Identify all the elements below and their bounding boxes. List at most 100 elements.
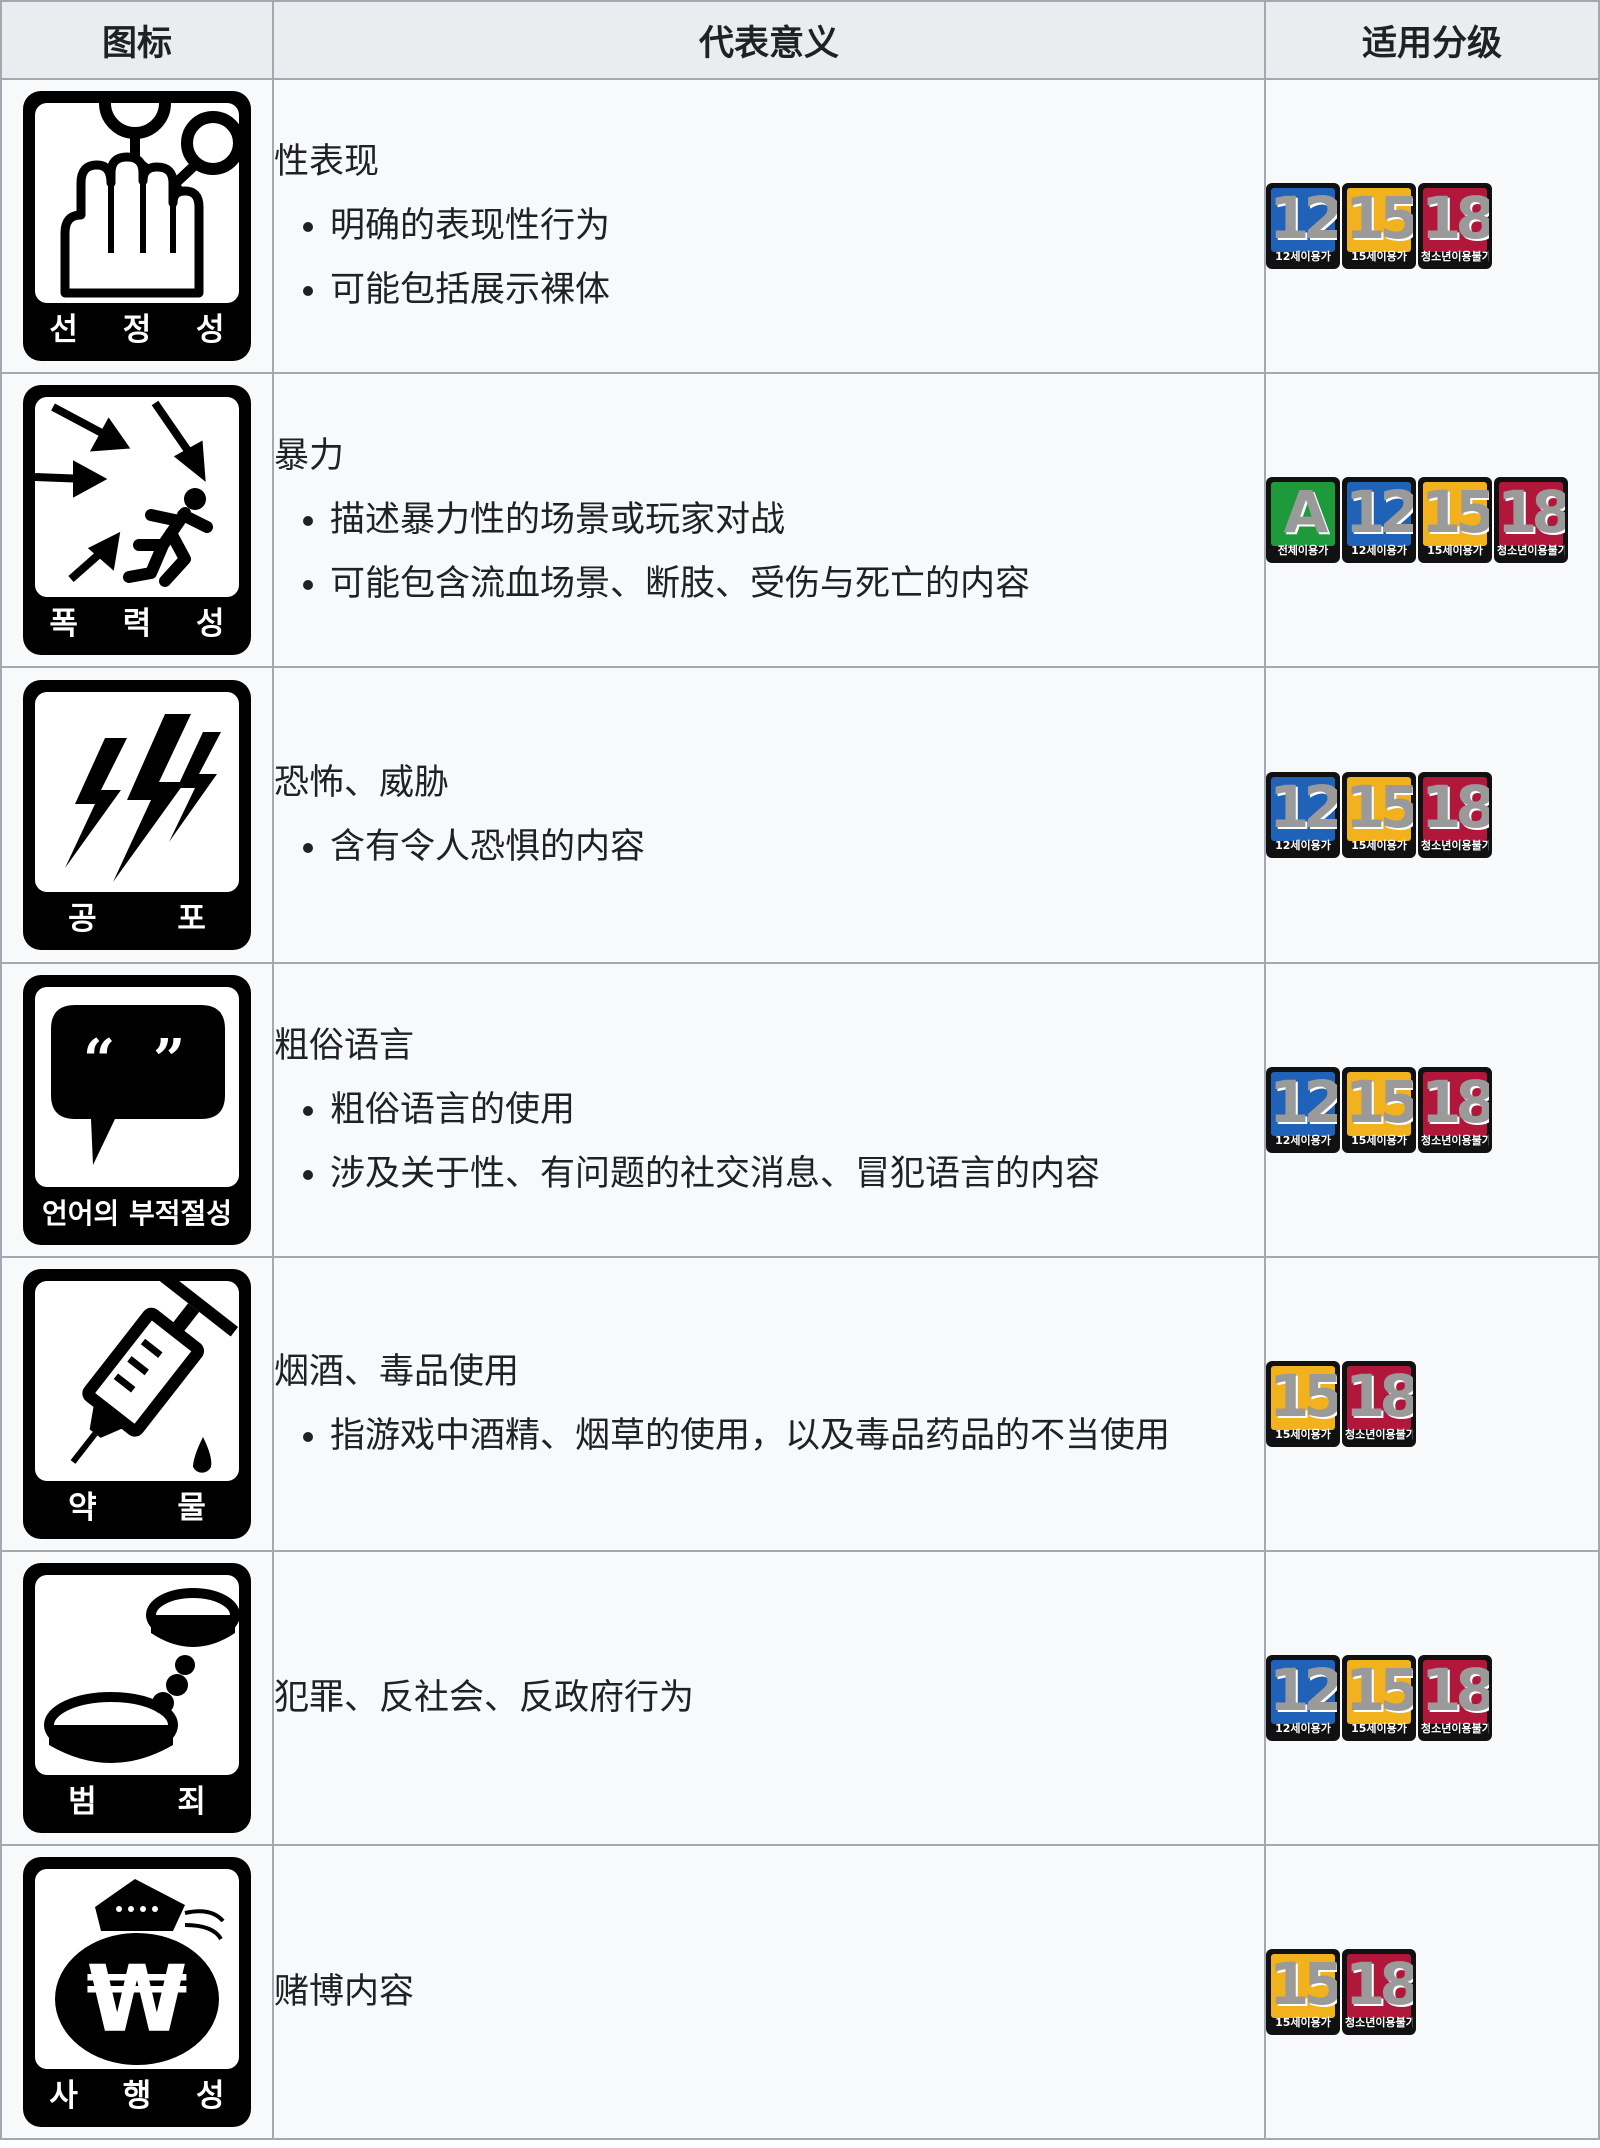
rating-cell: A 전체이용가 12 12세이용가 15 15세이용가 18 청소년이용불가 (1264, 372, 1600, 668)
description-item: 涉及关于性、有问题的社交消息、冒犯语言的内容 (330, 1142, 1264, 1206)
gambling-icon: ₩ (35, 1869, 239, 2069)
rating-numeral: 18 (1345, 1950, 1414, 2018)
rating-caption: 12세이용가 (1275, 1134, 1331, 1147)
rating-badges: 15 15세이용가 18 청소년이용불가 (1266, 1949, 1598, 2035)
category-title: 犯罪、反社会、反政府行为 (274, 1678, 695, 1718)
rating-caption: 청소년이용불가 (1421, 839, 1489, 852)
rating-caption: 청소년이용불가 (1345, 1428, 1413, 1441)
category-title: 赌博内容 (274, 1972, 415, 2012)
rating-numeral: 12 (1269, 1068, 1338, 1136)
meaning-cell: 烟酒、毒品使用 指游戏中酒精、烟草的使用，以及毒品药品的不当使用 (272, 1256, 1266, 1552)
icon-cell: 약 물 (0, 1256, 274, 1552)
icon-label: 선 정 성 (49, 312, 225, 348)
rating-cell: 15 15세이용가 18 청소년이용불가 (1264, 1844, 1600, 2140)
rating-numeral: 18 (1421, 184, 1490, 252)
svg-text:“: “ (83, 1027, 115, 1093)
rating-badge-12: 12 12세이용가 (1266, 1067, 1340, 1153)
rating-numeral: A (1283, 478, 1329, 546)
language-icon: “” (35, 987, 239, 1187)
header-meaning: 代表意义 (272, 0, 1266, 80)
rating-numeral: 15 (1345, 184, 1414, 252)
rating-badges: 12 12세이용가 15 15세이용가 18 청소년이용불가 (1266, 1655, 1598, 1741)
description-list: 明确的表现性行为可能包括展示裸体 (274, 194, 1264, 322)
rating-badge-18: 18 청소년이용불가 (1342, 1949, 1416, 2035)
category-title: 粗俗语言 (274, 1026, 415, 1066)
icon-cell: 폭 력 성 (0, 372, 274, 668)
description-item: 粗俗语言的使用 (330, 1078, 1264, 1142)
table-row: 약 물 烟酒、毒品使用 指游戏中酒精、烟草的使用，以及毒品药品的不当使用 151… (0, 1256, 1600, 1552)
fear-icon (35, 692, 239, 892)
rating-badge-15: 15 15세이용가 (1342, 183, 1416, 269)
rating-badges: 12 12세이용가 15 15세이용가 18 청소년이용불가 (1266, 183, 1598, 269)
description-item: 可能包括展示裸体 (330, 258, 1264, 322)
sexuality-icon (35, 103, 239, 303)
table-row: 선 정 성 性表现 明确的表现性行为可能包括展示裸体 1212세이용가1515세… (0, 78, 1600, 374)
rating-numeral: 18 (1421, 1068, 1490, 1136)
table-row: 공 포 恐怖、威胁 含有令人恐惧的内容 1212세이용가1515세이용가18청소… (0, 666, 1600, 964)
icon-cell: “” 언어의 부적절성 (0, 962, 274, 1258)
rating-numeral: 15 (1421, 478, 1490, 546)
svg-text:₩: ₩ (86, 1946, 187, 2053)
icon-label: 사 행 성 (49, 2078, 225, 2114)
description-item: 含有令人恐惧的内容 (330, 815, 1264, 879)
icon-label: 공 포 (68, 901, 206, 937)
rating-numeral: 18 (1421, 773, 1490, 841)
table-row: ₩ 사 행 성 赌博内容 15 15세이용가 18 청소년이용불가 (0, 1844, 1600, 2140)
rating-caption: 12세이용가 (1275, 1722, 1331, 1735)
rating-numeral: 18 (1497, 478, 1566, 546)
rating-caption: 12세이용가 (1275, 250, 1331, 263)
rating-caption: 15세이용가 (1275, 1428, 1331, 1441)
rating-badge-15: 15 15세이용가 (1342, 1655, 1416, 1741)
rating-caption: 12세이용가 (1275, 839, 1331, 852)
rating-badge-18: 18 청소년이용불가 (1418, 183, 1492, 269)
rating-caption: 12세이용가 (1351, 544, 1407, 557)
meaning-cell: 粗俗语言 粗俗语言的使用涉及关于性、有问题的社交消息、冒犯语言的内容 (272, 962, 1266, 1258)
rating-numeral: 18 (1421, 1656, 1490, 1724)
meaning-cell: 暴力 描述暴力性的场景或玩家对战可能包含流血场景、断肢、受伤与死亡的内容 (272, 372, 1266, 668)
description-list: 含有令人恐惧的内容 (274, 815, 1264, 879)
rating-cell: 12 12세이용가 15 15세이용가 18 청소년이용불가 (1264, 78, 1600, 374)
rating-badge-15: 15 15세이용가 (1418, 477, 1492, 563)
rating-caption: 15세이용가 (1427, 544, 1483, 557)
violence-icon (35, 397, 239, 597)
category-title: 恐怖、威胁 (274, 763, 450, 803)
rating-cell: 12 12세이용가 15 15세이용가 18 청소년이용불가 (1264, 1550, 1600, 1846)
rating-caption: 15세이용가 (1275, 2016, 1331, 2029)
rating-badges: 12 12세이용가 15 15세이용가 18 청소년이용불가 (1266, 772, 1598, 858)
rating-badges: 12 12세이용가 15 15세이용가 18 청소년이용불가 (1266, 1067, 1598, 1153)
rating-badge-all: A 전체이용가 (1266, 477, 1340, 563)
icon-cell: ₩ 사 행 성 (0, 1844, 274, 2140)
rating-badge-18: 18 청소년이용불가 (1418, 772, 1492, 858)
crime-icon (35, 1575, 239, 1775)
rating-caption: 청소년이용불가 (1421, 250, 1489, 263)
rating-caption: 청소년이용불가 (1497, 544, 1565, 557)
header-icon: 图标 (0, 0, 274, 80)
content-descriptor-table: 图标 代表意义 适用分级 선 정 성 性表现 明确的表现性行为可能包括展示裸体 … (0, 0, 1600, 2140)
rating-caption: 전체이용가 (1277, 544, 1329, 557)
rating-numeral: 12 (1345, 478, 1414, 546)
rating-badge-18: 18 청소년이용불가 (1494, 477, 1568, 563)
description-list: 粗俗语言的使用涉及关于性、有问题的社交消息、冒犯语言的内容 (274, 1078, 1264, 1206)
rating-numeral: 15 (1269, 1950, 1338, 2018)
icon-label: 언어의 부적절성 (41, 1197, 233, 1230)
meaning-cell: 性表现 明确的表现性行为可能包括展示裸体 (272, 78, 1266, 374)
table-row: “” 언어의 부적절성 粗俗语言 粗俗语言的使用涉及关于性、有问题的社交消息、冒… (0, 962, 1600, 1258)
rating-caption: 청소년이용불가 (1421, 1722, 1489, 1735)
description-item: 明确的表现性行为 (330, 194, 1264, 258)
rating-badges: A 전체이용가 12 12세이용가 15 15세이용가 18 청소년이용불가 (1266, 477, 1598, 563)
description-item: 描述暴力性的场景或玩家对战 (330, 488, 1264, 552)
rating-cell: 12 12세이용가 15 15세이용가 18 청소년이용불가 (1264, 666, 1600, 964)
category-title: 暴力 (274, 436, 345, 476)
description-item: 可能包含流血场景、断肢、受伤与死亡的内容 (330, 552, 1264, 616)
rating-numeral: 15 (1269, 1362, 1338, 1430)
description-list: 指游戏中酒精、烟草的使用，以及毒品药品的不当使用 (274, 1404, 1264, 1468)
meaning-cell: 赌博内容 (272, 1844, 1266, 2140)
drugs-icon (35, 1281, 239, 1481)
rating-caption: 15세이용가 (1351, 250, 1407, 263)
header-row: 图标 代表意义 适用分级 (0, 0, 1600, 80)
rating-badge-12: 12 12세이용가 (1266, 1655, 1340, 1741)
meaning-cell: 犯罪、反社会、反政府行为 (272, 1550, 1266, 1846)
rating-badge-15: 15 15세이용가 (1342, 772, 1416, 858)
icon-label: 폭 력 성 (49, 606, 225, 642)
rating-badges: 15 15세이용가 18 청소년이용불가 (1266, 1361, 1598, 1447)
